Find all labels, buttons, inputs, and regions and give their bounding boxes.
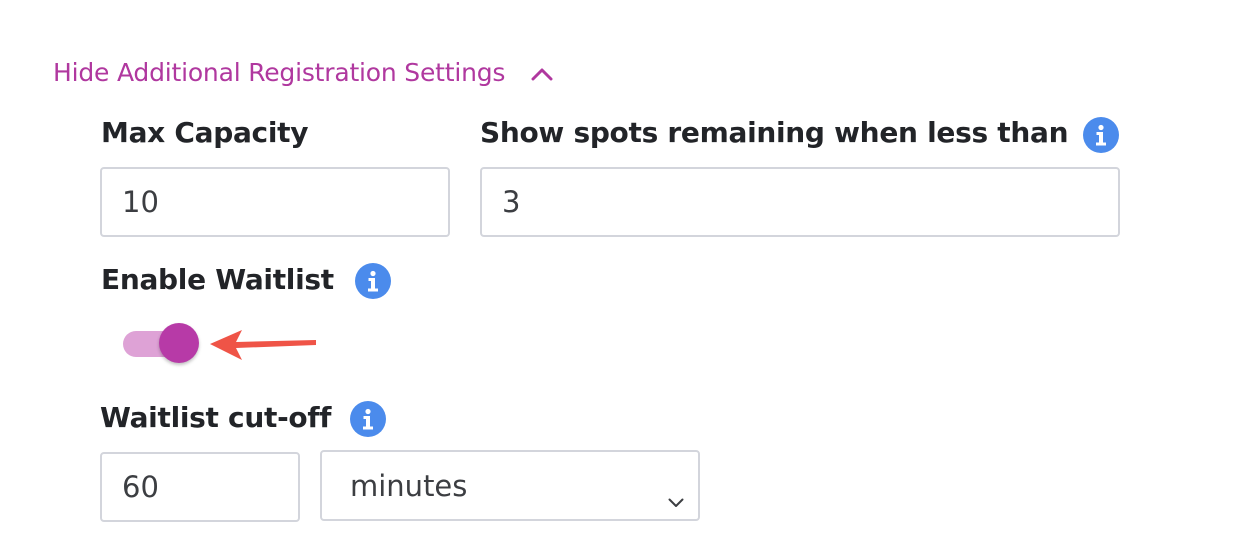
waitlist-cutoff-label: Waitlist cut-off	[100, 401, 332, 434]
spots-remaining-label: Show spots remaining when less than	[480, 116, 1069, 149]
info-icon[interactable]	[350, 401, 386, 437]
toggle-thumb	[159, 323, 199, 363]
chevron-up-icon	[531, 66, 553, 80]
selected-unit: minutes	[350, 468, 468, 503]
max-capacity-input[interactable]: 10	[100, 167, 450, 237]
enable-waitlist-toggle[interactable]	[123, 323, 199, 363]
chevron-down-icon	[668, 481, 684, 515]
max-capacity-label: Max Capacity	[101, 116, 309, 149]
waitlist-cutoff-unit-select[interactable]: minutes	[320, 450, 700, 521]
annotation-arrow	[208, 326, 320, 366]
hide-additional-settings-link[interactable]: Hide Additional Registration Settings	[53, 58, 553, 87]
spots-remaining-input[interactable]: 3	[480, 167, 1120, 237]
hide-additional-settings-label: Hide Additional Registration Settings	[53, 58, 506, 87]
info-icon[interactable]	[1083, 117, 1119, 153]
enable-waitlist-label: Enable Waitlist	[101, 263, 334, 296]
info-icon[interactable]	[355, 263, 391, 299]
waitlist-cutoff-input[interactable]: 60	[100, 452, 300, 522]
